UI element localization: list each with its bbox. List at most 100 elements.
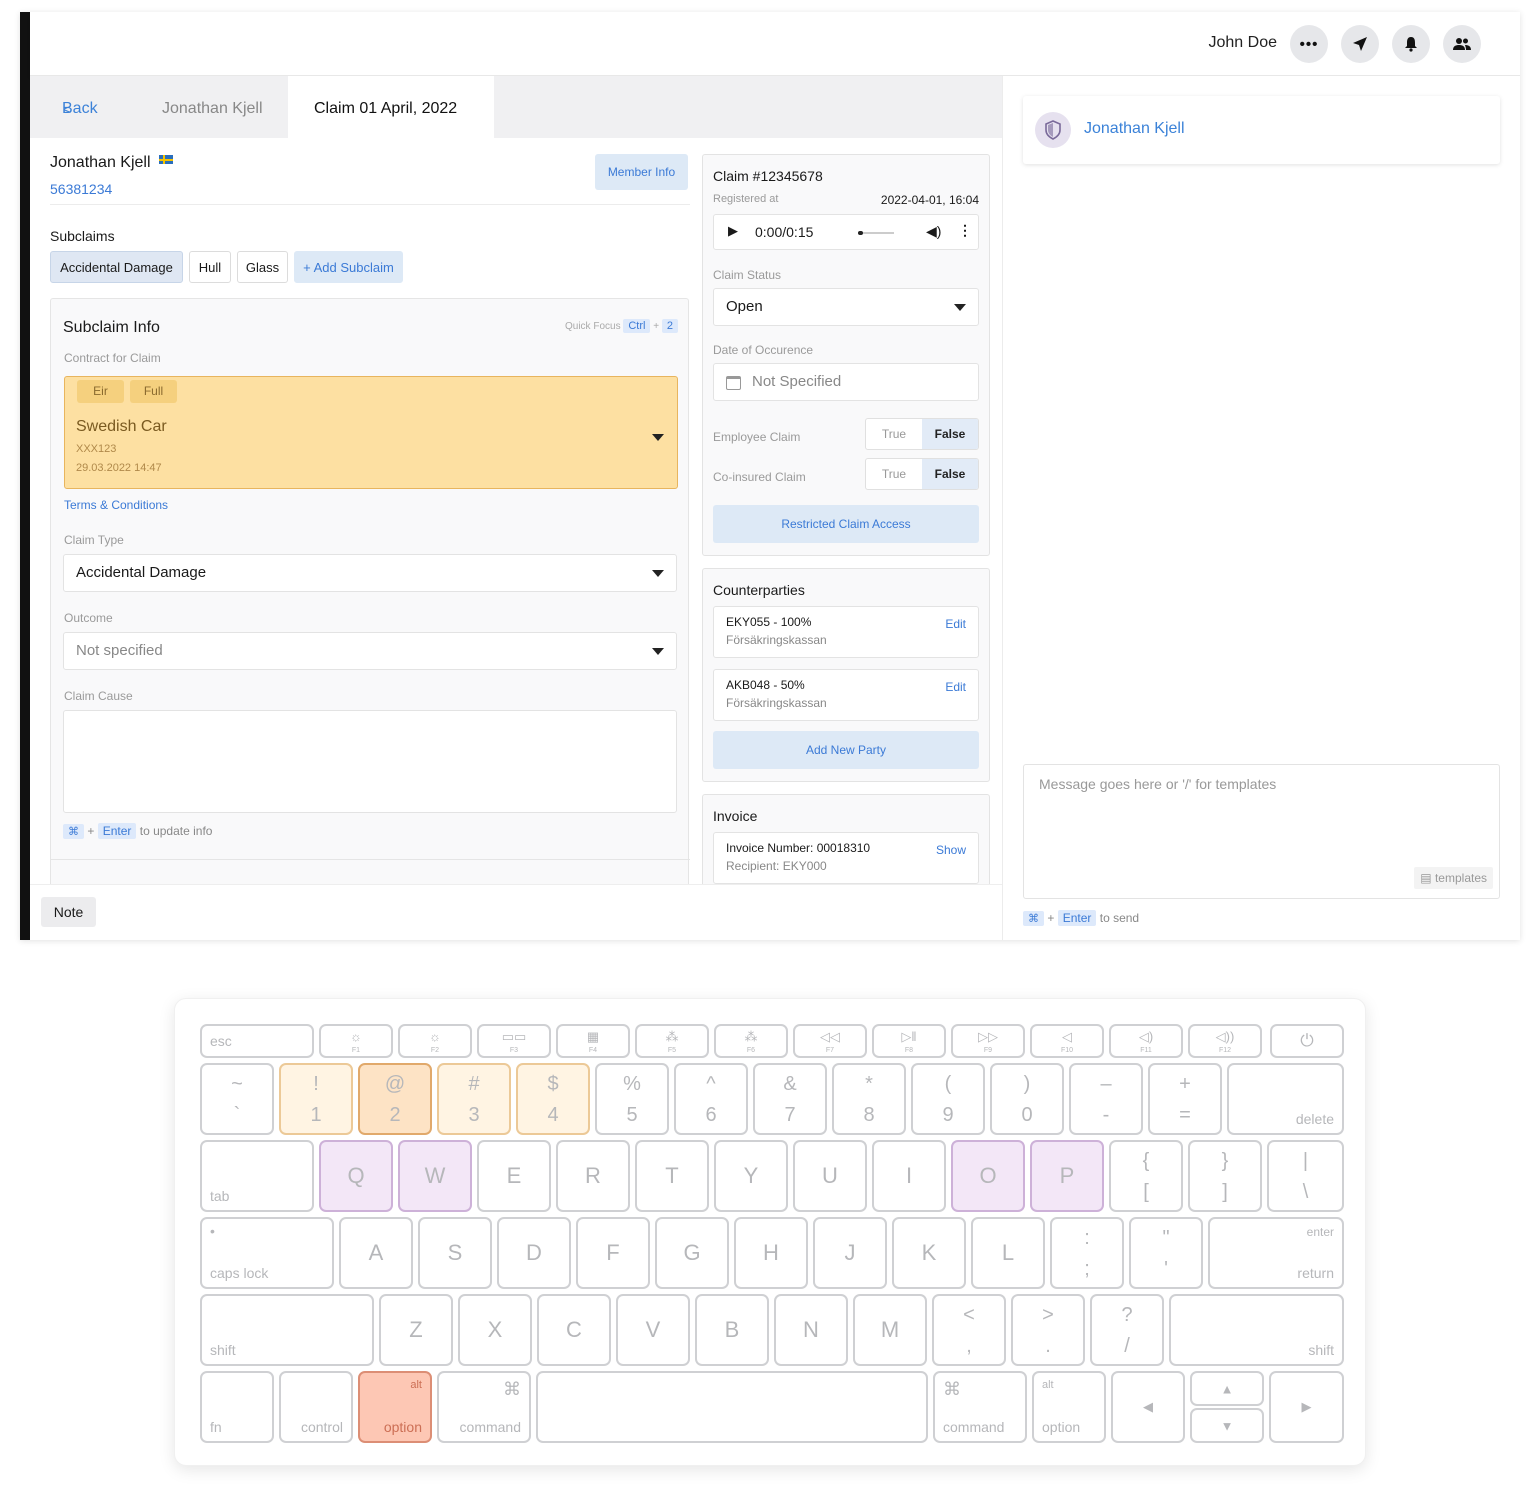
more-vertical-icon[interactable]: ⋮ [958, 222, 972, 239]
templates-button[interactable]: ▤ templates [1414, 867, 1493, 889]
chat-contact-header[interactable]: Jonathan Kjell [1023, 96, 1500, 164]
key-0: ) 0 [990, 1063, 1064, 1135]
key-shift-label: | [1302, 1150, 1309, 1172]
key-label: 2 [389, 1104, 401, 1126]
note-button[interactable]: Note [41, 897, 96, 927]
key-alt-label: enter [1306, 1225, 1334, 1239]
contract-tag-full: Full [130, 380, 177, 403]
coinsured-claim-toggle[interactable]: True False [865, 458, 979, 490]
plus-sign: + [1047, 911, 1055, 925]
quick-focus-hint: Quick Focus Ctrl + 2 [565, 319, 678, 333]
key-f11: ◁) F11 [1109, 1024, 1183, 1058]
key-label: F5 [667, 1047, 677, 1054]
add-subclaim-button[interactable]: + Add Subclaim [294, 251, 403, 283]
key-label: F11 [1140, 1047, 1152, 1054]
play-icon[interactable]: ▶ [728, 223, 738, 239]
key-backslash: | \ [1267, 1140, 1344, 1212]
keyboard-shortcut-diagram: esc ☼ F1 ☼ F2 ▭▭ F3 ▦ F4 ⁂ F5 ⁂ F6 ◁◁ F7 ▷‖ F8 ▷▷ F9 ◁ F10 ◁… [174, 998, 1366, 1466]
subclaim-hull[interactable]: Hull [189, 251, 231, 283]
subclaim-accidental-damage[interactable]: Accidental Damage [50, 251, 183, 283]
key-label: V [645, 1317, 661, 1342]
key-3: #3 [437, 1063, 511, 1135]
subclaim-info-title: Subclaim Info [63, 319, 160, 336]
volume-icon[interactable]: ◀) [926, 223, 941, 240]
show-invoice-button[interactable]: Show [936, 843, 966, 857]
app-window: › John Doe ••• < Back Jonathan Kjell Cla… [20, 12, 1520, 940]
user-name: John Doe [1208, 34, 1278, 51]
key-label: F [606, 1240, 620, 1265]
audio-progress-bar[interactable] [858, 231, 894, 235]
claim-status-select[interactable]: Open [713, 288, 979, 326]
function-key-icon: ☼ [350, 1029, 362, 1044]
counterparty-name: AKB048 - 50% [726, 678, 805, 692]
function-key-icon: ⁂ [665, 1029, 679, 1044]
key-space [536, 1371, 928, 1443]
key-label: 5 [626, 1104, 638, 1126]
key-2: @2 [358, 1063, 432, 1135]
key-label: E [506, 1163, 522, 1188]
subclaim-info-card: Subclaim Info Quick Focus Ctrl + 2 Contr… [50, 298, 690, 898]
key-label: M [880, 1317, 900, 1342]
key-g: G [655, 1217, 729, 1289]
key-label: P [1059, 1163, 1075, 1188]
coinsured-true-option[interactable]: True [866, 459, 922, 489]
function-key-icon: ◁)) [1215, 1029, 1235, 1044]
key-label: F3 [509, 1047, 519, 1054]
add-new-party-button[interactable]: Add New Party [713, 731, 979, 769]
contract-date: 29.03.2022 14:47 [76, 462, 162, 474]
member-id: 56381234 [50, 181, 113, 197]
outcome-select[interactable]: Not specified [63, 632, 677, 670]
users-icon[interactable] [1443, 25, 1481, 63]
ellipsis-icon[interactable]: ••• [1290, 25, 1328, 63]
key-f7: ◁◁ F7 [793, 1024, 867, 1058]
edit-counterparty-button[interactable]: Edit [945, 617, 966, 631]
key-label: 3 [468, 1104, 480, 1126]
key-label: caps lock [210, 1265, 269, 1281]
key-label: 6 [705, 1104, 717, 1126]
key-label: R [585, 1163, 601, 1188]
claim-type-select[interactable]: Accidental Damage [63, 554, 677, 592]
back-tab[interactable]: < Back [30, 76, 120, 138]
key-alt-label: alt [410, 1379, 422, 1391]
key-f8: ▷‖ F8 [872, 1024, 946, 1058]
key-esc: esc [200, 1024, 314, 1058]
key-s: S [418, 1217, 492, 1289]
key-shift-label: " [1162, 1227, 1170, 1249]
subclaim-glass[interactable]: Glass [237, 251, 288, 283]
restricted-access-button[interactable]: Restricted Claim Access [713, 505, 979, 543]
tab-member[interactable]: Jonathan Kjell [140, 76, 285, 138]
key-o: O [951, 1140, 1025, 1212]
key-2: 2 [661, 319, 678, 333]
key-label: D [526, 1240, 542, 1265]
edit-counterparty-button[interactable]: Edit [945, 680, 966, 694]
tab-claim[interactable]: Claim 01 April, 2022 [288, 76, 494, 138]
contract-label: Contract for Claim [64, 351, 161, 365]
calendar-icon [726, 376, 741, 390]
message-input[interactable]: Message goes here or '/' for templates ▤… [1023, 764, 1500, 899]
audio-player[interactable]: ▶ 0:00/0:15 ◀) ⋮ [713, 214, 979, 250]
key-label: B [724, 1317, 740, 1342]
claim-cause-textarea[interactable] [63, 710, 677, 813]
terms-link[interactable]: Terms & Conditions [64, 498, 168, 512]
key-label: F1 [351, 1047, 361, 1054]
key-label: W [424, 1163, 446, 1188]
subclaims-label: Subclaims [50, 228, 115, 244]
key-option-right: alt option [1032, 1371, 1106, 1443]
key-return: enter return [1208, 1217, 1344, 1289]
member-info-button[interactable]: Member Info [595, 154, 688, 190]
contract-card[interactable]: Eir Full Swedish Car XXX123 29.03.2022 1… [64, 376, 678, 489]
employee-false-option[interactable]: False [922, 419, 978, 449]
employee-true-option[interactable]: True [866, 419, 922, 449]
bell-icon[interactable] [1392, 25, 1430, 63]
key-label: N [803, 1317, 819, 1342]
key-shift-label: $ [547, 1073, 559, 1095]
coinsured-false-option[interactable]: False [922, 459, 978, 489]
date-picker[interactable]: Not Specified [713, 363, 979, 401]
key-label: \ [1302, 1181, 1309, 1203]
employee-claim-toggle[interactable]: True False [865, 418, 979, 450]
claim-type-label: Claim Type [64, 533, 124, 547]
send-icon[interactable] [1341, 25, 1379, 63]
chevron-left-icon: < [63, 101, 72, 117]
key-label: K [921, 1240, 937, 1265]
plus-sign: + [87, 824, 95, 838]
